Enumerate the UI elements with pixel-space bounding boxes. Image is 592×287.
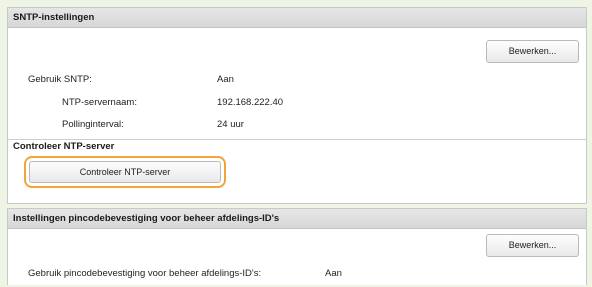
check-ntp-server-button[interactable]: Controleer NTP-server xyxy=(29,161,221,183)
check-ntp-highlight: Controleer NTP-server xyxy=(24,156,226,188)
pin-settings-panel: Instellingen pincodebevestiging voor beh… xyxy=(7,208,587,285)
sntp-edit-button[interactable]: Bewerken... xyxy=(486,40,579,63)
use-pin-verification-value: Aan xyxy=(325,268,342,279)
check-ntp-section-title: Controleer NTP-server xyxy=(8,139,586,154)
use-sntp-label: Gebruik SNTP: xyxy=(28,74,92,85)
polling-interval-label: Pollinginterval: xyxy=(62,119,124,130)
pin-settings-header: Instellingen pincodebevestiging voor beh… xyxy=(8,209,586,229)
use-sntp-value: Aan xyxy=(217,74,234,85)
use-pin-verification-label: Gebruik pincodebevestiging voor beheer a… xyxy=(28,268,262,279)
ntp-server-name-value: 192.168.222.40 xyxy=(217,97,284,108)
pin-edit-button[interactable]: Bewerken... xyxy=(486,234,579,257)
sntp-settings-header: SNTP-instellingen xyxy=(8,8,586,28)
sntp-settings-panel: SNTP-instellingen Bewerken... Gebruik SN… xyxy=(7,7,587,204)
polling-interval-value: 24 uur xyxy=(217,119,244,130)
ntp-server-name-label: NTP-servernaam: xyxy=(62,97,137,108)
